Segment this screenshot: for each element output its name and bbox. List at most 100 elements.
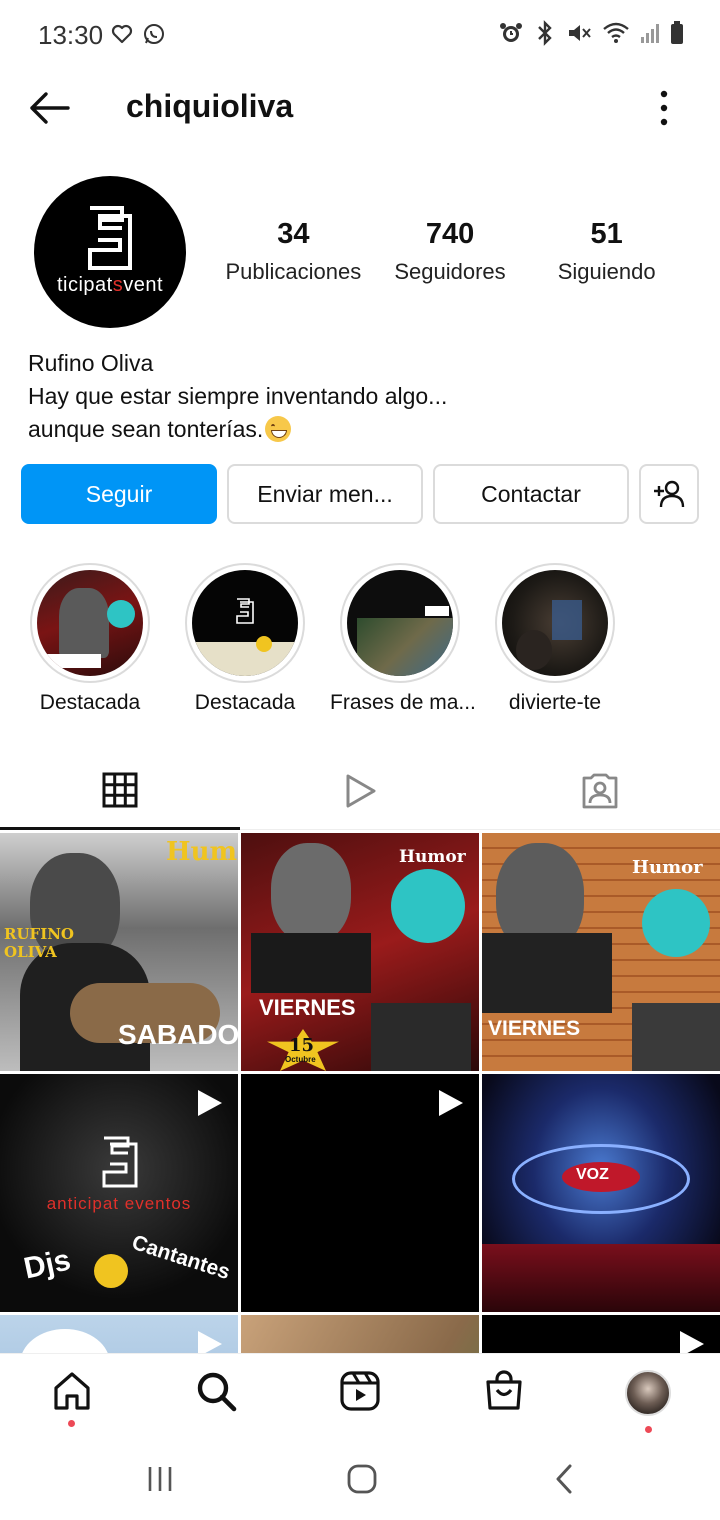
profile-bio: Rufino Oliva Hay que estar siempre inven…: [28, 347, 688, 446]
tile-1-day: SABADO: [118, 1019, 238, 1050]
highlight-2-label: Destacada: [194, 691, 296, 714]
tile-1-name: RUFINO OLIVA: [4, 925, 74, 961]
play-outline-icon: [346, 774, 376, 808]
highlight-3-label: Frases de ma...: [330, 691, 476, 714]
stat-following-label: Siguiendo: [557, 259, 656, 284]
highlight-4-label: divierte-te: [508, 691, 602, 714]
tile-3-hum: Humor: [632, 857, 703, 878]
nav-shop[interactable]: [474, 1370, 534, 1430]
post-tile-5[interactable]: [241, 1074, 479, 1312]
nav-search[interactable]: [186, 1370, 246, 1430]
avatar-brand-text: ticipatsvent: [56, 274, 164, 296]
shopping-bag-icon: [486, 1370, 522, 1410]
home-icon: [54, 1372, 90, 1410]
post-tile-4[interactable]: anticipat eventos Djs Cantantes: [0, 1074, 238, 1312]
tile-6-logo: VOZ: [576, 1166, 609, 1183]
content-tabs: [0, 752, 720, 830]
battery-icon: [670, 20, 684, 46]
bio-line-2: aunque sean tonterías.: [28, 416, 264, 442]
mute-icon: [566, 20, 592, 46]
message-button[interactable]: Enviar men...: [227, 464, 423, 524]
bio-name: Rufino Oliva: [28, 350, 154, 376]
system-navigation-bar: [0, 1437, 720, 1520]
grinning-emoji-icon: [265, 416, 292, 442]
post-tile-8[interactable]: [241, 1315, 479, 1353]
nav-profile[interactable]: [618, 1370, 678, 1433]
highlight-2[interactable]: Destacada: [175, 563, 315, 715]
nav-home[interactable]: [42, 1370, 102, 1430]
recent-apps-button[interactable]: [130, 1459, 190, 1499]
tab-tagged[interactable]: [480, 752, 720, 830]
alarm-icon: [498, 20, 524, 46]
video-play-icon: [439, 1090, 463, 1116]
post-tile-6[interactable]: VOZ: [482, 1074, 720, 1312]
highlight-4[interactable]: divierte-te: [485, 563, 625, 715]
profile-actions: Seguir Enviar men... Contactar: [21, 464, 701, 524]
tile-2-month: Octubre: [285, 1055, 316, 1064]
own-profile-avatar: [625, 1370, 671, 1416]
profile-avatar[interactable]: ticipatsvent: [34, 176, 186, 328]
stat-followers-label: Seguidores: [394, 259, 506, 284]
video-play-icon: [198, 1090, 222, 1116]
tagged-person-icon: [582, 773, 618, 809]
recent-apps-icon: [148, 1467, 172, 1491]
reels-icon: [340, 1371, 380, 1411]
highlight-1[interactable]: Destacada: [20, 563, 160, 715]
posts-grid: Hum RUFINO OLIVA SABADO Humor VIERNES 15…: [0, 833, 720, 1353]
home-system-button[interactable]: [332, 1459, 392, 1499]
tab-posts-grid[interactable]: [0, 752, 240, 830]
tile-2-day: VIERNES: [259, 995, 356, 1020]
wifi-icon: [602, 20, 630, 46]
stat-following[interactable]: 51 Siguiendo: [528, 218, 685, 285]
post-tile-2[interactable]: Humor VIERNES 15 Octubre: [241, 833, 479, 1071]
status-bar: 13:30: [0, 0, 720, 70]
suggested-users-button[interactable]: [639, 464, 699, 524]
stat-followers[interactable]: 740 Seguidores: [372, 218, 529, 285]
back-button[interactable]: [26, 88, 72, 128]
back-system-button[interactable]: [534, 1459, 594, 1499]
status-time: 13:30: [38, 20, 104, 50]
highlight-1-label: Destacada: [39, 691, 141, 714]
bottom-navigation: [0, 1353, 720, 1437]
highlight-1-cover: [37, 570, 143, 676]
post-tile-3[interactable]: Humor VIERNES: [482, 833, 720, 1071]
whatsapp-icon: [142, 22, 166, 46]
home-notification-dot: [68, 1420, 75, 1427]
post-tile-9[interactable]: [482, 1315, 720, 1353]
stat-followers-value: 740: [425, 218, 475, 250]
tab-reels[interactable]: [240, 752, 480, 830]
highlight-3-cover: [347, 570, 453, 676]
highlight-3[interactable]: Frases de ma...: [330, 563, 476, 715]
heart-outline-icon: [110, 22, 134, 46]
contact-button[interactable]: Contactar: [433, 464, 629, 524]
home-circle-icon: [347, 1464, 377, 1494]
profile-notification-dot: [645, 1426, 652, 1433]
post-tile-7[interactable]: [0, 1315, 238, 1353]
nav-reels[interactable]: [330, 1370, 390, 1430]
highlight-4-cover: [502, 570, 608, 676]
grid-icon: [102, 772, 138, 807]
chevron-left-icon: [556, 1464, 572, 1494]
highlight-2-cover: [192, 570, 298, 676]
stat-posts-value: 34: [277, 218, 310, 250]
brand-logo-icon: [88, 206, 132, 270]
stat-posts-label: Publicaciones: [225, 259, 362, 284]
add-user-icon: [654, 480, 685, 508]
arrow-left-icon: [30, 92, 70, 124]
tile-3-day: VIERNES: [488, 1017, 581, 1040]
profile-header: chiquioliva: [0, 76, 720, 140]
video-play-icon: [680, 1331, 704, 1353]
more-options-button[interactable]: [652, 86, 676, 130]
story-highlights: Destacada Destacada Frases de ma... divi…: [20, 563, 700, 723]
tile-4-djs: Djs: [20, 1243, 74, 1286]
post-tile-1[interactable]: Hum RUFINO OLIVA SABADO: [0, 833, 238, 1071]
vertical-dots-icon: [660, 90, 668, 126]
tile-2-hum: Humor: [399, 847, 466, 867]
stat-posts[interactable]: 34 Publicaciones: [215, 218, 372, 285]
video-play-icon: [198, 1331, 222, 1353]
follow-button[interactable]: Seguir: [21, 464, 217, 524]
bio-line-1: Hay que estar siempre inventando algo...: [28, 383, 448, 409]
bluetooth-icon: [534, 20, 556, 46]
signal-icon: [640, 21, 660, 45]
tile-4-brand: anticipat eventos: [46, 1194, 192, 1213]
